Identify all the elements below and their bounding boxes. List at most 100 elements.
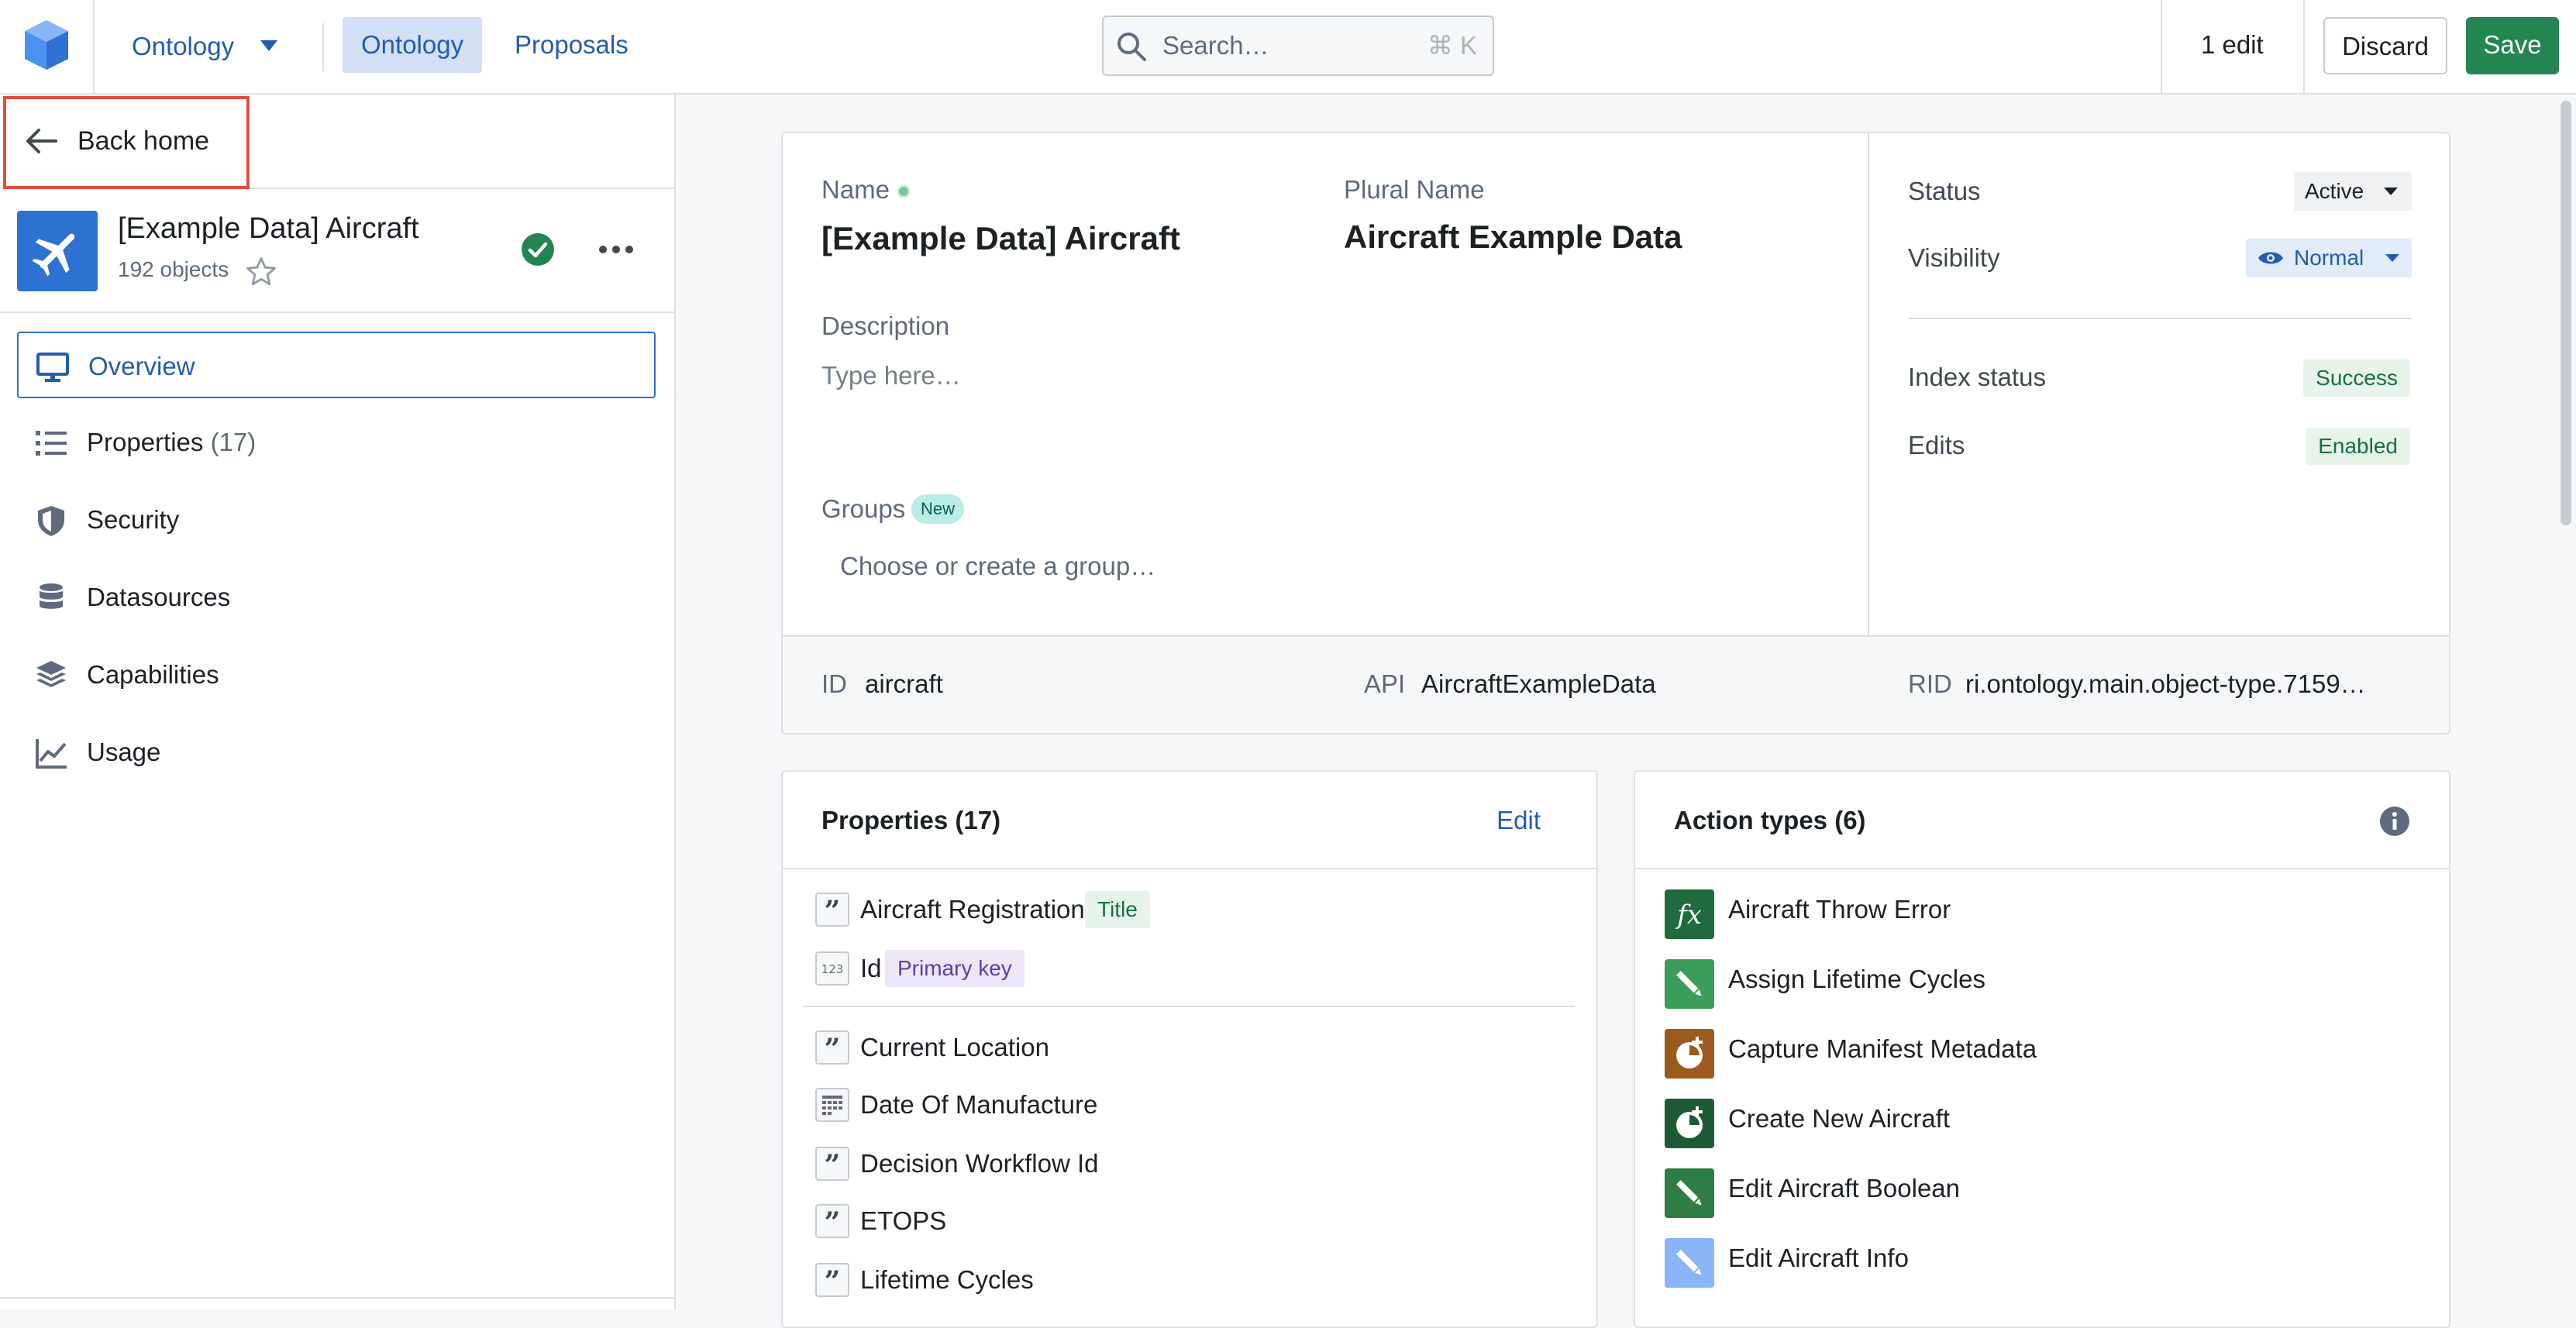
properties-card-title: Properties (17) bbox=[821, 806, 1001, 834]
svg-text:123: 123 bbox=[821, 962, 844, 976]
function-icon: fx bbox=[1665, 889, 1714, 939]
tab-ontology[interactable]: Ontology bbox=[343, 17, 483, 73]
description-input[interactable]: Type here… bbox=[821, 361, 961, 390]
properties-card: Properties (17) Edit ” Aircraft Registra… bbox=[781, 770, 1598, 1328]
sidebar-item-datasources[interactable]: Datasources bbox=[17, 564, 656, 631]
sidebar: Back home [Example Data] Aircraft 192 ob… bbox=[0, 95, 676, 1309]
properties-list-icon bbox=[34, 426, 68, 460]
main-scrollbar-thumb[interactable] bbox=[2561, 101, 2571, 525]
quote-icon: ” bbox=[815, 1147, 849, 1181]
status-value: Active bbox=[2305, 179, 2364, 203]
sidebar-item-capabilities[interactable]: Capabilities bbox=[17, 642, 656, 708]
status-dropdown[interactable]: Active bbox=[2294, 172, 2412, 211]
caret-down-icon bbox=[2384, 253, 2401, 263]
index-status-badge: Success bbox=[2303, 360, 2410, 397]
object-title: [Example Data] Aircraft bbox=[118, 212, 419, 245]
property-name[interactable]: Lifetime Cycles bbox=[860, 1261, 1034, 1299]
sidebar-footer-divider bbox=[0, 1297, 674, 1299]
api-value[interactable]: AircraftExampleData bbox=[1421, 669, 1656, 699]
caret-down-icon bbox=[2382, 186, 2399, 197]
edit-icon bbox=[1665, 1168, 1714, 1218]
identifiers-bar: ID aircraft API AircraftExampleData RID … bbox=[783, 635, 2449, 733]
favorite-star-icon[interactable] bbox=[245, 256, 277, 288]
action-types-card-title: Action types (6) bbox=[1674, 806, 1866, 834]
visibility-dropdown[interactable]: Normal bbox=[2246, 239, 2412, 277]
back-home-label: Back home bbox=[77, 126, 210, 156]
quote-icon: ” bbox=[815, 1263, 849, 1297]
status-label: Status bbox=[1908, 177, 1981, 205]
search-input[interactable]: Search… ⌘ K bbox=[1102, 15, 1494, 76]
plural-name-label: Plural Name bbox=[1344, 175, 1485, 204]
sidebar-item-usage[interactable]: Usage bbox=[17, 719, 656, 786]
rid-value[interactable]: ri.ontology.main.object-type.7159… bbox=[1965, 669, 2366, 699]
property-name[interactable]: ETOPS bbox=[860, 1202, 946, 1240]
sidebar-item-security[interactable]: Security bbox=[17, 487, 656, 553]
arrow-left-icon bbox=[25, 127, 57, 155]
ontology-selector-dropdown[interactable]: Ontology bbox=[132, 19, 287, 74]
svg-text:”: ” bbox=[825, 895, 841, 925]
airplane-icon bbox=[17, 211, 98, 291]
caret-down-icon bbox=[259, 39, 279, 53]
sidebar-item-label: Properties bbox=[87, 428, 204, 456]
properties-count: (17) bbox=[210, 428, 257, 456]
info-icon[interactable] bbox=[2379, 806, 2410, 837]
quote-icon: ” bbox=[815, 893, 849, 927]
rid-label: RID bbox=[1908, 669, 1952, 698]
overview-right-divider bbox=[1868, 133, 1869, 635]
eye-icon bbox=[2257, 249, 2285, 267]
property-name[interactable]: Decision Workflow Id bbox=[860, 1145, 1099, 1182]
edit-icon bbox=[1665, 959, 1714, 1009]
top-bar: Ontology Ontology Proposals Search… ⌘ K … bbox=[0, 0, 2576, 95]
back-home-button[interactable]: Back home bbox=[0, 95, 676, 189]
visibility-value: Normal bbox=[2294, 246, 2364, 270]
title-badge: Title bbox=[1085, 891, 1150, 928]
name-label-text: Name bbox=[821, 175, 890, 204]
quote-icon: ” bbox=[815, 1204, 849, 1238]
edit-icon bbox=[1665, 1238, 1714, 1288]
properties-edit-link[interactable]: Edit bbox=[1496, 772, 1541, 869]
desktop-icon bbox=[36, 350, 70, 384]
primary-key-badge: Primary key bbox=[885, 950, 1025, 987]
plural-name-value[interactable]: Aircraft Example Data bbox=[1344, 218, 1682, 256]
property-name[interactable]: Aircraft Registration bbox=[860, 891, 1085, 928]
name-value[interactable]: [Example Data] Aircraft bbox=[821, 220, 1180, 257]
timeline-chart-icon bbox=[34, 736, 68, 770]
overview-card: Name [Example Data] Aircraft Plural Name… bbox=[781, 132, 2450, 735]
id-value[interactable]: aircraft bbox=[865, 669, 943, 699]
search-shortcut-hint: ⌘ K bbox=[1427, 31, 1477, 60]
svg-text:fx: fx bbox=[1675, 900, 1702, 931]
action-type-name[interactable]: Aircraft Throw Error bbox=[1728, 885, 1951, 934]
property-name[interactable]: Date Of Manufacture bbox=[860, 1086, 1097, 1123]
action-type-name[interactable]: Capture Manifest Metadata bbox=[1728, 1024, 2037, 1074]
action-type-name[interactable]: Assign Lifetime Cycles bbox=[1728, 955, 1985, 1004]
action-type-name[interactable]: Create New Aircraft bbox=[1728, 1094, 1950, 1144]
discard-button[interactable]: Discard bbox=[2323, 17, 2447, 74]
sidebar-item-properties[interactable]: Properties (17) bbox=[17, 409, 656, 476]
add-clock-icon bbox=[1665, 1029, 1714, 1079]
save-button[interactable]: Save bbox=[2466, 17, 2559, 74]
add-clock-icon bbox=[1665, 1099, 1714, 1148]
sidebar-item-overview[interactable]: Overview bbox=[17, 332, 656, 398]
properties-card-header: Properties (17) Edit bbox=[783, 772, 1596, 869]
tab-proposals[interactable]: Proposals bbox=[496, 17, 647, 73]
property-name[interactable]: Id bbox=[860, 950, 882, 987]
action-type-name[interactable]: Edit Aircraft Boolean bbox=[1728, 1164, 1960, 1213]
layers-icon bbox=[34, 659, 68, 693]
key-properties-divider bbox=[803, 1006, 1575, 1007]
main-scrollbar-track[interactable] bbox=[2556, 95, 2576, 1309]
search-icon bbox=[1116, 31, 1147, 62]
sidebar-item-label: Capabilities bbox=[87, 660, 219, 689]
description-label: Description bbox=[821, 311, 950, 340]
sidebar-item-label: Usage bbox=[87, 738, 161, 766]
sidebar-item-label: Security bbox=[87, 505, 180, 534]
object-count: 192 objects bbox=[118, 257, 229, 281]
groups-select-input[interactable]: Choose or create a group… bbox=[840, 552, 1155, 581]
property-name[interactable]: Current Location bbox=[860, 1029, 1049, 1066]
shield-icon bbox=[34, 504, 68, 538]
ontology-cube-logo-icon[interactable] bbox=[22, 17, 71, 73]
calendar-icon bbox=[815, 1088, 849, 1122]
svg-text:”: ” bbox=[825, 1265, 841, 1295]
ontology-selector-label: Ontology bbox=[132, 32, 235, 60]
more-options-icon[interactable] bbox=[598, 245, 634, 254]
action-type-name[interactable]: Edit Aircraft Info bbox=[1728, 1233, 1909, 1283]
